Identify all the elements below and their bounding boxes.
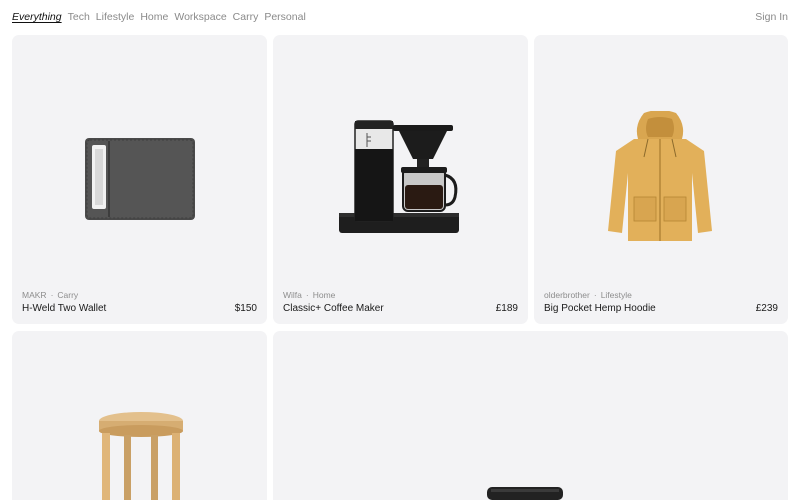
product-card-hoodie[interactable]: olderbrother · Lifestyle Big Pocket Hemp H…	[534, 35, 788, 324]
coffee-maker-image	[339, 120, 459, 233]
product-meta: olderbrother · Lifestyle	[544, 290, 632, 300]
product-category: Home	[312, 290, 336, 300]
product-card-coffee-maker[interactable]: Wilfa · Home Classic+ Coffee Maker £189	[273, 35, 528, 324]
nav-item-personal[interactable]: Personal	[264, 11, 305, 23]
wallet-image	[85, 138, 195, 220]
nav-item-carry[interactable]: Carry	[233, 11, 259, 23]
nav-item-lifestyle[interactable]: Lifestyle	[96, 11, 135, 23]
product-card-wallet[interactable]: MAKR · Carry H-Weld Two Wallet $150	[12, 35, 267, 324]
stool-image	[99, 412, 183, 500]
nav-item-everything[interactable]: Everything	[12, 11, 62, 23]
sign-in-link[interactable]: Sign In	[755, 11, 788, 23]
nav-item-home[interactable]: Home	[140, 11, 168, 23]
product-price: $150	[234, 303, 257, 314]
product-category: Lifestyle	[600, 290, 632, 300]
product-price: £189	[495, 303, 518, 314]
nav-item-workspace[interactable]: Workspace	[174, 11, 226, 23]
top-bar: Everything Tech Lifestyle Home Workspace…	[0, 0, 800, 34]
product-card-featured[interactable]	[273, 331, 788, 500]
product-meta: Wilfa · Home	[283, 290, 336, 300]
product-price: £239	[755, 303, 778, 314]
hoodie-image	[608, 111, 712, 241]
nav-item-tech[interactable]: Tech	[68, 11, 90, 23]
product-card-stool[interactable]	[12, 331, 267, 500]
product-meta: MAKR · Carry	[22, 290, 79, 300]
category-nav: Everything Tech Lifestyle Home Workspace…	[12, 11, 306, 23]
product-name: H-Weld Two Wallet	[22, 303, 107, 314]
product-brand: Wilfa	[283, 290, 302, 300]
product-category: Carry	[57, 290, 79, 300]
product-image	[487, 487, 563, 500]
product-brand: MAKR	[22, 290, 47, 300]
product-name: Classic+ Coffee Maker	[283, 303, 384, 314]
product-brand: olderbrother	[544, 290, 590, 300]
product-name: Big Pocket Hemp Hoodie	[544, 303, 656, 314]
